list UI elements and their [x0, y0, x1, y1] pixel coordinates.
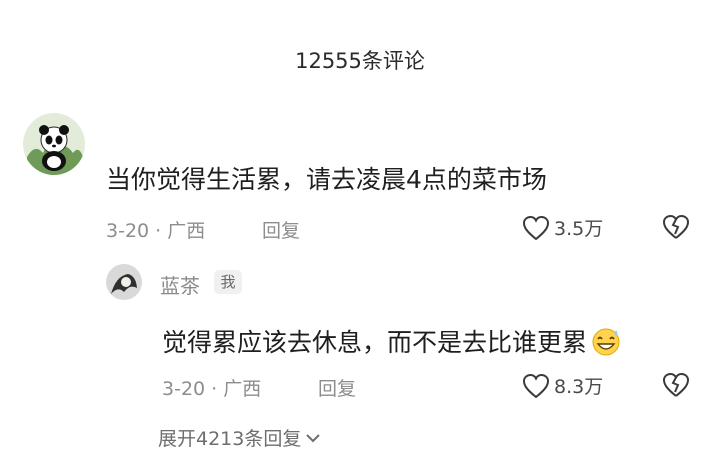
- comment-count-title: 12555条评论: [295, 49, 425, 73]
- comment-meta: 3-20 · 广西: [106, 216, 205, 243]
- like-count: 3.5万: [554, 218, 604, 240]
- reply-like-count: 8.3万: [554, 376, 604, 398]
- reply-text: 觉得累应该去休息，而不是去比谁更累: [162, 328, 588, 357]
- comment-text: 当你觉得生活累，请去凌晨4点的菜市场: [106, 165, 547, 194]
- reply-like-button[interactable]: 8.3万: [522, 372, 603, 399]
- user-avatar[interactable]: [106, 264, 142, 300]
- expand-replies-label: 展开4213条回复: [158, 428, 302, 450]
- reply-text-row: 觉得累应该去休息，而不是去比谁更累: [162, 323, 623, 359]
- expand-replies-button[interactable]: 展开4213条回复: [158, 424, 321, 451]
- reply-username[interactable]: 蓝茶: [160, 270, 200, 299]
- reply-location: 广西: [223, 378, 262, 400]
- reply-button[interactable]: 回复: [318, 374, 356, 401]
- sweat-smile-emoji-icon: [589, 326, 623, 356]
- broken-heart-icon[interactable]: [662, 214, 690, 240]
- reply-meta: 3-20 · 广西: [162, 374, 261, 401]
- broken-heart-icon[interactable]: [662, 372, 690, 398]
- heart-outline-icon: [522, 373, 550, 399]
- chevron-down-icon: [305, 432, 321, 444]
- meta-dot: ·: [155, 220, 168, 242]
- comment-date: 3-20: [106, 220, 150, 242]
- panda-avatar-icon[interactable]: [23, 113, 85, 175]
- meta-dot: ·: [211, 378, 224, 400]
- reply-button[interactable]: 回复: [262, 216, 300, 243]
- like-button[interactable]: 3.5万: [522, 214, 603, 241]
- heart-outline-icon: [522, 215, 550, 241]
- comment-location: 广西: [167, 220, 206, 242]
- me-badge: 我: [214, 270, 242, 294]
- reply-date: 3-20: [162, 378, 206, 400]
